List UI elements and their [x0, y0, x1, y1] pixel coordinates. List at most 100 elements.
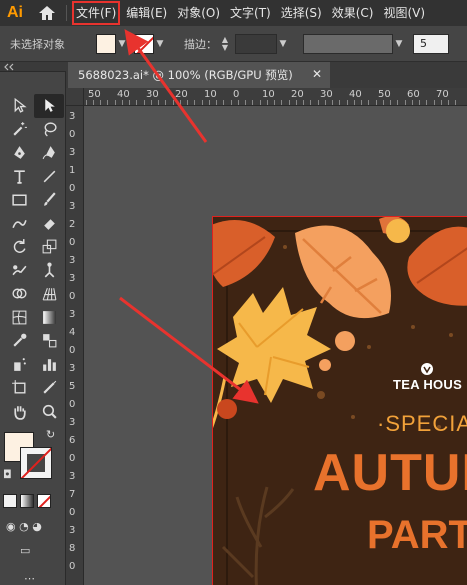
ruler-tick — [397, 100, 398, 105]
eraser-icon[interactable] — [34, 212, 64, 236]
scale-tool-icon[interactable] — [34, 235, 64, 259]
vertical-ruler[interactable]: 3 0 3 1 0 3 2 0 3 3 0 3 4 0 3 5 0 3 6 0 3 7 0 3 8 0 — [66, 106, 84, 585]
stroke-color-box[interactable] — [20, 447, 52, 479]
color-mode-icon[interactable] — [3, 494, 17, 508]
ruler-label: 0 — [233, 89, 240, 100]
document-tab[interactable]: 5688023.ai* @ 100% (RGB/GPU 预览) — [68, 62, 330, 88]
column-graph-icon[interactable] — [34, 353, 64, 377]
menu-view[interactable]: 视图(V) — [378, 0, 430, 26]
brush-points-input[interactable]: 5 — [413, 33, 449, 54]
gradient-mode-icon[interactable] — [20, 494, 34, 508]
shaper-tool-icon[interactable] — [4, 212, 34, 236]
gradient-tool-icon[interactable] — [34, 306, 64, 330]
ruler-label: 3 — [69, 111, 76, 122]
draw-mode-icon[interactable]: ◉ ◔ ◕ — [6, 520, 42, 533]
ruler-label: 8 — [69, 543, 76, 554]
ruler-tick — [347, 100, 348, 105]
ruler-tick — [252, 100, 253, 105]
ruler-tick — [194, 100, 195, 105]
ruler-tick — [434, 100, 435, 105]
magic-wand-icon[interactable] — [4, 118, 34, 142]
ruler-tick — [216, 100, 217, 105]
close-icon[interactable]: ✕ — [312, 67, 322, 81]
screen-mode-icon[interactable]: ▭ — [20, 544, 30, 557]
ruler-label: 0 — [69, 237, 76, 248]
curvature-tool-icon[interactable] — [34, 141, 64, 165]
pen-tool-icon[interactable] — [4, 141, 34, 165]
eyedropper-icon[interactable] — [4, 329, 34, 353]
ruler-tick — [158, 100, 159, 105]
default-colors-icon[interactable]: ◘ — [3, 468, 12, 481]
home-icon[interactable] — [30, 0, 64, 26]
direct-selection-tool-icon[interactable] — [34, 94, 64, 118]
line-segment-icon[interactable] — [34, 165, 64, 189]
menu-object[interactable]: 对象(O) — [172, 0, 225, 26]
stroke-color-swatch[interactable] — [134, 33, 154, 54]
ruler-tick — [303, 100, 304, 105]
control-bar: 未选择对象 ▼ ▼ 描边： ▲ ▼ ▼ ▼ 5 — [0, 26, 467, 62]
ruler-tick — [376, 100, 377, 105]
headline-text: AUTUM — [313, 444, 467, 502]
none-mode-icon[interactable] — [37, 494, 51, 508]
perspective-grid-icon[interactable] — [34, 282, 64, 306]
rectangle-tool-icon[interactable] — [4, 188, 34, 212]
variable-width-dropdown[interactable] — [303, 33, 393, 54]
ruler-label: 3 — [69, 273, 76, 284]
ruler-label: 0 — [69, 291, 76, 302]
menu-edit[interactable]: 编辑(E) — [121, 0, 172, 26]
ruler-label: 0 — [69, 345, 76, 356]
stroke-stepper-icon[interactable]: ▲ ▼ — [219, 35, 231, 52]
menu-divider — [66, 5, 67, 21]
fill-color-swatch[interactable] — [96, 33, 116, 54]
slice-tool-icon[interactable] — [34, 376, 64, 400]
menu-file[interactable]: 文件(F) — [71, 0, 121, 26]
symbol-sprayer-icon[interactable] — [4, 353, 34, 377]
selection-tool-icon[interactable] — [4, 94, 34, 118]
ruler-label: 10 — [204, 89, 217, 100]
menu-select[interactable]: 选择(S) — [276, 0, 327, 26]
ruler-label: 3 — [69, 417, 76, 428]
ruler-tick — [332, 100, 333, 105]
ruler-tick — [405, 100, 406, 105]
ruler-label: 3 — [69, 363, 76, 374]
puppet-warp-icon[interactable] — [34, 259, 64, 283]
ruler-tick — [426, 100, 427, 105]
ruler-tick — [289, 100, 290, 105]
ruler-tick — [419, 100, 420, 105]
ruler-label: 10 — [262, 89, 275, 100]
ruler-tick — [202, 100, 203, 105]
ruler-label: 20 — [291, 89, 304, 100]
mesh-tool-icon[interactable] — [4, 306, 34, 330]
stroke-weight-input[interactable] — [235, 33, 277, 54]
menu-type[interactable]: 文字(T) — [225, 0, 276, 26]
color-mode-row — [3, 494, 51, 508]
chevron-down-icon[interactable]: ▼ — [154, 34, 166, 54]
swap-colors-icon[interactable]: ↻ — [46, 428, 55, 441]
zoom-tool-icon[interactable] — [34, 400, 64, 424]
ruler-label: 6 — [69, 435, 76, 446]
chevron-down-icon[interactable]: ▼ — [393, 34, 405, 54]
ruler-tick — [209, 100, 210, 105]
ruler-origin[interactable] — [66, 88, 84, 106]
more-tools-icon[interactable]: ⋯ — [24, 572, 35, 585]
rotate-tool-icon[interactable] — [4, 235, 34, 259]
lasso-icon[interactable] — [34, 118, 64, 142]
chevron-down-icon[interactable]: ▼ — [116, 34, 128, 54]
menu-effect[interactable]: 效果(C) — [327, 0, 379, 26]
chevron-down-icon[interactable]: ▼ — [277, 34, 289, 54]
artboard-tool-icon[interactable] — [4, 376, 34, 400]
ruler-tick — [260, 100, 261, 105]
blend-tool-icon[interactable] — [34, 329, 64, 353]
ruler-tick — [310, 100, 311, 105]
toolbar-header[interactable] — [0, 62, 66, 72]
type-tool-icon[interactable] — [4, 165, 34, 189]
hand-tool-icon[interactable] — [4, 400, 34, 424]
canvas-area[interactable]: TEA HOUS ·SPECIA AUTUM PART — [84, 106, 467, 585]
warp-tool-icon[interactable] — [4, 259, 34, 283]
horizontal-ruler[interactable]: 50 40 30 20 10 0 10 20 30 40 50 60 70 — [84, 88, 467, 106]
artboard[interactable]: TEA HOUS ·SPECIA AUTUM PART — [212, 216, 467, 585]
paintbrush-icon[interactable] — [34, 188, 64, 212]
shape-builder-icon[interactable] — [4, 282, 34, 306]
ruler-label: 40 — [349, 89, 362, 100]
document-title: 5688023.ai* @ 100% (RGB/GPU 预览) — [78, 68, 293, 82]
